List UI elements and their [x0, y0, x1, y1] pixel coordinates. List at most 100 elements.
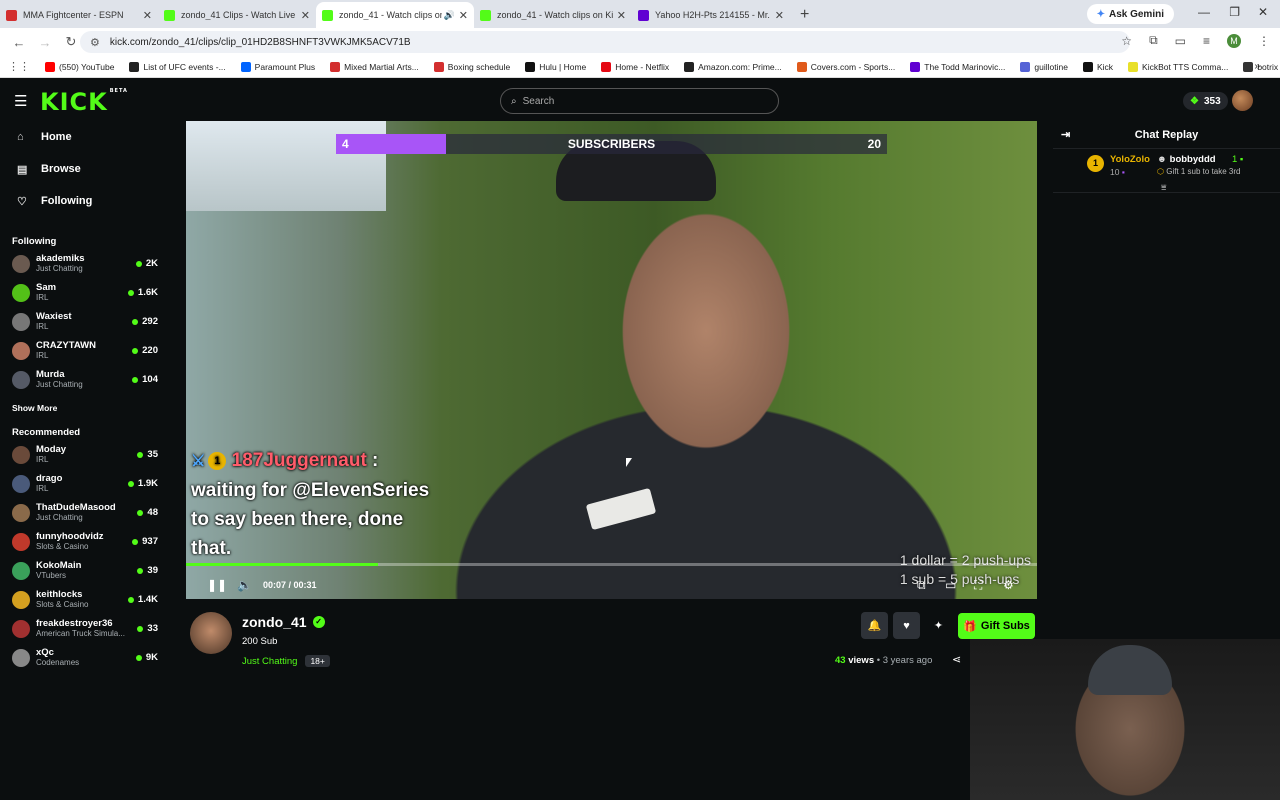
close-tab-icon[interactable]: ✕ — [459, 9, 468, 22]
sidebar-channel[interactable]: funnyhoodvidz Slots & Casino 937 — [0, 527, 170, 556]
channel-avatar — [12, 561, 30, 580]
tab-title: zondo_41 - Watch clips on — [339, 10, 442, 20]
channel-category: American Truck Simula... — [36, 629, 125, 638]
channel-avatar — [12, 590, 30, 609]
downloads-icon[interactable]: ≡ — [1203, 34, 1210, 48]
video-player[interactable]: 4 SUBSCRIBERS 20 ⚔ 1 187Juggernaut : wait… — [186, 121, 1037, 599]
notification-bell-button[interactable]: 🔔 — [861, 612, 888, 639]
browser-menu-icon[interactable]: ⋮ — [1258, 34, 1270, 48]
cast-icon[interactable]: ▭ — [1175, 34, 1186, 48]
extensions-icon[interactable]: ⧉ — [1149, 33, 1158, 48]
nav-following[interactable]: ♡ Following — [0, 185, 170, 217]
user-avatar[interactable] — [1232, 90, 1253, 111]
menu-icon[interactable]: ☰ — [14, 92, 27, 110]
kicks-balance-button[interactable]: ❖ 353 — [1183, 92, 1228, 110]
streamer-name[interactable]: zondo_41 — [242, 614, 307, 630]
bookmark-item[interactable]: Paramount Plus — [240, 61, 315, 72]
sidebar-channel[interactable]: KokoMain VTubers 39 — [0, 556, 170, 585]
more-bookmarks-icon[interactable]: » — [1254, 61, 1260, 72]
channel-avatar — [12, 341, 30, 360]
chat-overlay-line-3: that. — [191, 538, 232, 559]
profile-avatar[interactable]: M — [1227, 33, 1241, 48]
miniplayer-icon[interactable]: ⧉ — [917, 578, 926, 593]
close-tab-icon[interactable]: ✕ — [301, 9, 310, 22]
sidebar-channel[interactable]: Waxiest IRL 292 — [0, 307, 170, 336]
bookmark-item[interactable]: The Todd Marinovic... — [910, 61, 1005, 72]
nav-browse[interactable]: ▤ Browse — [0, 153, 170, 185]
sidebar-channel[interactable]: Murda Just Chatting 104 — [0, 365, 170, 394]
bookmark-item[interactable]: guillotine — [1020, 61, 1068, 72]
sidebar-channel[interactable]: Moday IRL 35 — [0, 440, 170, 469]
sidebar-channel[interactable]: ThatDudeMasood Just Chatting 48 — [0, 498, 170, 527]
theater-mode-icon[interactable]: ▭ — [945, 578, 956, 592]
url-field[interactable]: ⚙ kick.com/zondo_41/clips/clip_01HD2B8SH… — [80, 31, 1130, 53]
close-tab-icon[interactable]: ✕ — [775, 9, 784, 22]
bookmark-item[interactable]: botrix — [1243, 61, 1278, 72]
bookmark-item[interactable]: KickBot TTS Comma... — [1128, 61, 1228, 72]
forward-button[interactable]: → — [38, 35, 52, 50]
bookmark-item[interactable]: Mixed Martial Arts... — [330, 61, 419, 72]
settings-icon[interactable]: ⚙ — [1003, 578, 1014, 592]
browser-tab[interactable]: zondo_41 Clips - Watch Live on ✕ — [158, 2, 316, 28]
tab-favicon — [164, 9, 175, 21]
leader-user-2[interactable]: ☻ bobbyddd — [1157, 154, 1216, 165]
sidebar-channel[interactable]: keithlocks Slots & Casino 1.4K — [0, 585, 170, 614]
video-progress-bar[interactable] — [186, 563, 1037, 566]
sidebar-channel[interactable]: freakdestroyer36 American Truck Simula...… — [0, 614, 170, 643]
back-button[interactable]: ← — [12, 35, 26, 50]
close-tab-icon[interactable]: ✕ — [617, 9, 626, 22]
bookmark-item[interactable]: (550) YouTube — [45, 61, 114, 72]
bookmark-favicon — [1020, 61, 1031, 72]
show-more-link[interactable]: Show More — [0, 398, 170, 418]
channel-name: KokoMain — [36, 560, 82, 571]
bookmark-item[interactable]: Hulu | Home — [525, 61, 586, 72]
bookmark-item[interactable]: Covers.com - Sports... — [796, 61, 895, 72]
bookmark-item[interactable]: Boxing schedule — [433, 61, 510, 72]
gift-subs-button[interactable]: 🎁 Gift Subs — [958, 613, 1035, 639]
close-window-button[interactable]: ✕ — [1258, 5, 1268, 19]
bookmark-item[interactable]: Home - Netflix — [601, 61, 669, 72]
channel-avatar — [12, 370, 30, 389]
streamer-avatar[interactable] — [190, 612, 232, 654]
bookmark-star-icon[interactable]: ☆ — [1121, 34, 1132, 48]
minimize-button[interactable]: — — [1198, 5, 1210, 19]
follow-button[interactable]: ♥ — [893, 612, 920, 639]
bookmark-item[interactable]: List of UFC events -... — [129, 61, 226, 72]
sparkle-button[interactable]: ✦ — [925, 612, 952, 639]
browser-tab[interactable]: zondo_41 - Watch clips on Kick ✕ — [474, 2, 632, 28]
nav-home[interactable]: ⌂ Home — [0, 121, 170, 153]
bookmark-item[interactable]: Amazon.com: Prime... — [684, 61, 782, 72]
nav-label: Home — [41, 131, 72, 143]
sidebar-channel[interactable]: Sam IRL 1.6K — [0, 278, 170, 307]
ask-gemini-button[interactable]: ✦ Ask Gemini — [1086, 4, 1174, 24]
kick-logo[interactable]: KICK BETA — [40, 88, 128, 116]
pause-icon[interactable]: ❚❚ — [207, 578, 227, 592]
volume-icon[interactable]: 🔈 — [237, 578, 252, 592]
close-tab-icon[interactable]: ✕ — [143, 9, 152, 22]
maximize-button[interactable]: ❐ — [1229, 5, 1240, 19]
expand-filter-icon[interactable]: ⩸ — [1161, 182, 1166, 193]
site-info-icon[interactable]: ⚙ — [90, 36, 100, 49]
apps-icon[interactable]: ⋮⋮ — [8, 60, 30, 73]
bookmark-item[interactable]: Kick — [1082, 61, 1113, 72]
browser-tab[interactable]: Yahoo H2H-Pts 214155 - Mr. Bo ✕ — [632, 2, 790, 28]
sidebar-channel[interactable]: CRAZYTAWN IRL 220 — [0, 336, 170, 365]
leader-user-1[interactable]: YoloZolo — [1110, 154, 1150, 165]
sidebar-channel[interactable]: xQc Codenames 9K — [0, 643, 170, 672]
kick-page: ☰ KICK BETA ⌕ Search ❖ 353 ⌂ Home ▤ Browse ♡ Fo… — [0, 80, 1280, 800]
new-tab-button[interactable]: + — [790, 2, 819, 28]
speaker-icon[interactable]: 🔊 — [444, 10, 455, 21]
browser-tab[interactable]: zondo_41 - Watch clips on 🔊 ✕ — [316, 2, 474, 28]
tab-title: zondo_41 Clips - Watch Live on — [181, 10, 297, 20]
sidebar-channel[interactable]: drago IRL 1.9K — [0, 469, 170, 498]
search-input[interactable]: ⌕ Search — [500, 88, 779, 114]
share-icon[interactable]: ⋖ — [952, 653, 961, 666]
reload-button[interactable]: ↻ — [64, 34, 78, 50]
browser-tab[interactable]: MMA Fightcenter - ESPN ✕ — [0, 2, 158, 28]
channel-category: Just Chatting — [36, 513, 83, 522]
sidebar-channel[interactable]: akademiks Just Chatting 2K — [0, 249, 170, 278]
fullscreen-icon[interactable]: ⛶ — [974, 578, 982, 593]
subscriber-goal-bar: 4 SUBSCRIBERS 20 — [336, 134, 887, 154]
category-link[interactable]: Just Chatting — [242, 656, 297, 667]
collapse-chat-icon[interactable]: ⇥ — [1061, 128, 1070, 141]
